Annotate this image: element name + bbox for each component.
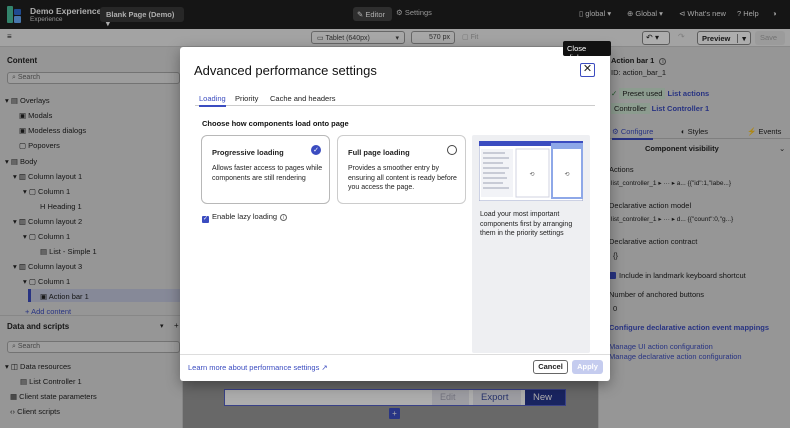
lazy-loading-checkbox[interactable]: ✓ Enable lazy loading i xyxy=(202,212,288,223)
apply-button[interactable]: Apply xyxy=(572,360,603,374)
tab-cache-headers[interactable]: Cache and headers xyxy=(270,94,335,103)
loading-subheading: Choose how components load onto page xyxy=(202,119,349,128)
tab-loading[interactable]: Loading xyxy=(199,94,226,107)
info-icon[interactable]: i xyxy=(280,214,288,221)
option-full-page-loading[interactable]: Full page loading Provides a smoother en… xyxy=(337,135,466,204)
preview-description: Load your most important components firs… xyxy=(480,211,573,237)
checkbox-checked-icon: ✓ xyxy=(202,216,209,223)
page-preview-illustration: ⟲ ⟲ xyxy=(479,141,583,201)
option-title: Full page loading xyxy=(348,148,410,157)
performance-settings-dialog: Advanced performance settings ✕ Loading … xyxy=(180,47,610,381)
close-dialog-tooltip: Close dialog xyxy=(563,41,611,62)
svg-text:⟲: ⟲ xyxy=(529,171,534,178)
external-link-icon: ↗ xyxy=(321,363,328,372)
close-icon: ✕ xyxy=(582,63,593,75)
radio-unchecked-icon[interactable] xyxy=(447,145,457,155)
option-desc: Allows faster access to pages while comp… xyxy=(212,165,323,182)
dialog-footer-divider xyxy=(180,354,610,355)
option-desc: Provides a smoother entry by ensuring al… xyxy=(348,165,457,191)
loading-preview-panel: ⟲ ⟲ Load your most important components … xyxy=(472,135,590,353)
svg-text:⟲: ⟲ xyxy=(564,171,569,178)
dialog-title: Advanced performance settings xyxy=(194,63,377,78)
radio-checked-icon[interactable]: ✓ xyxy=(311,145,321,155)
close-dialog-button[interactable]: ✕ xyxy=(580,63,595,77)
option-title: Progressive loading xyxy=(212,148,284,157)
cancel-button[interactable]: Cancel xyxy=(533,360,568,374)
learn-more-label: Learn more about performance settings xyxy=(188,363,320,372)
learn-more-link[interactable]: Learn more about performance settings ↗ xyxy=(188,363,328,372)
tab-priority[interactable]: Priority xyxy=(235,94,258,103)
option-progressive-loading[interactable]: Progressive loading Allows faster access… xyxy=(201,135,330,204)
lazy-loading-label: Enable lazy loading xyxy=(212,212,278,221)
dialog-tabs: Loading Priority Cache and headers xyxy=(195,93,595,107)
